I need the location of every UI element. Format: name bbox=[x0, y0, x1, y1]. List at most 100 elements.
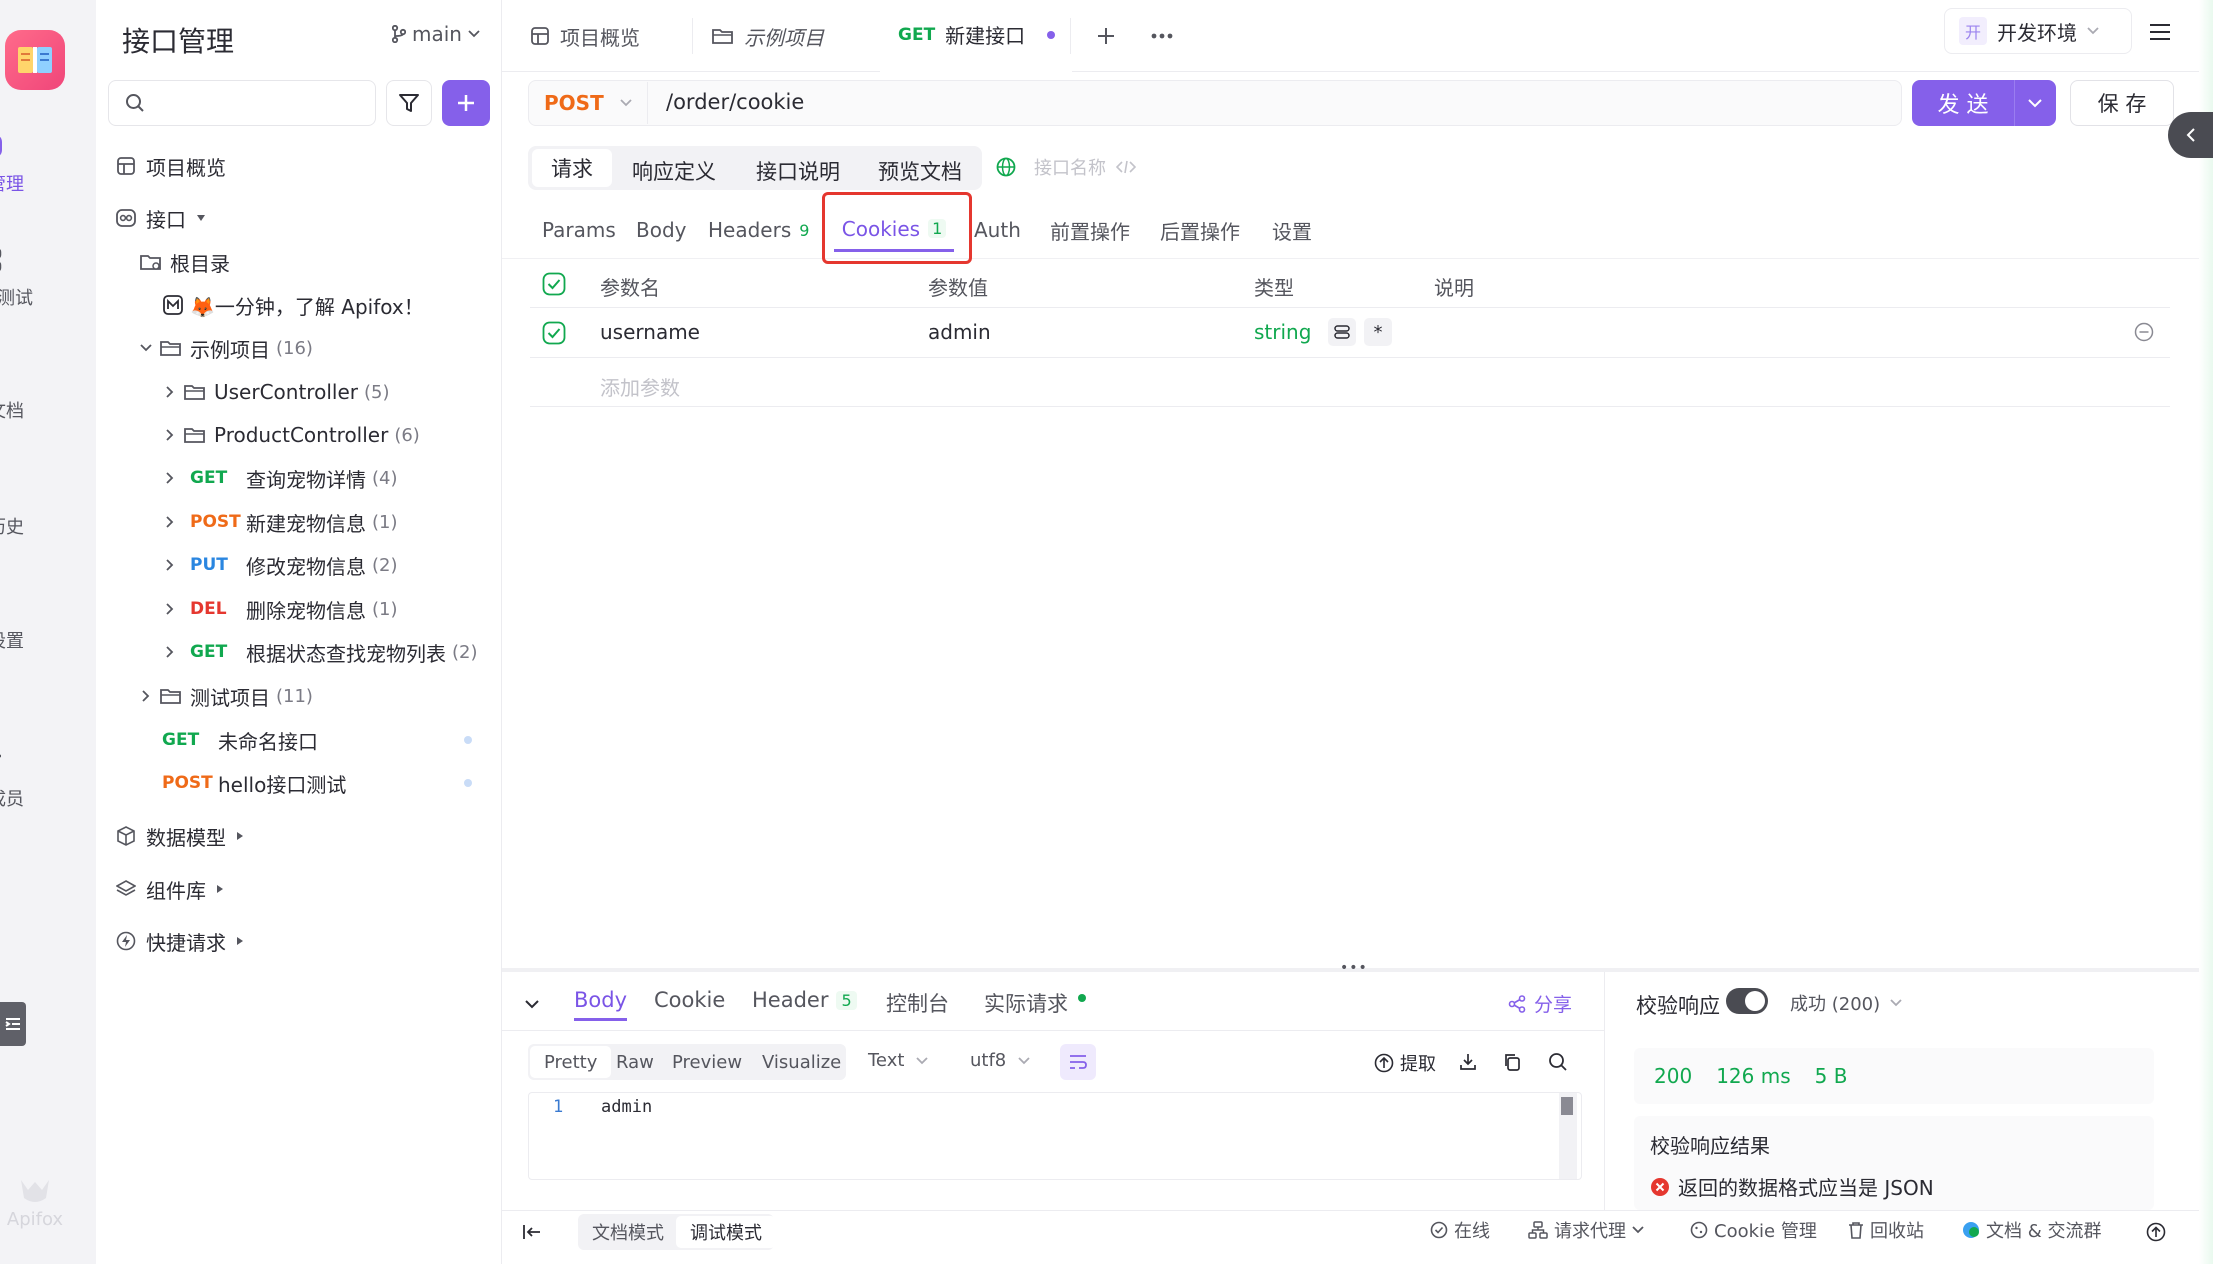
tree-item-intro-doc[interactable]: 🦊一分钟，了解 Apifox！ bbox=[162, 285, 424, 325]
panel-vertical-divider bbox=[1604, 972, 1605, 1210]
mode-tab-description[interactable]: 接口说明 bbox=[756, 156, 840, 186]
overview-icon bbox=[530, 26, 550, 46]
tree-folder-test[interactable]: 测试项目 (11) bbox=[136, 676, 313, 716]
rail-item-settings[interactable]: 项目设置 bbox=[0, 586, 36, 653]
encoding-selector[interactable]: utf8 bbox=[970, 1050, 1030, 1071]
response-tab-header[interactable]: Header 5 bbox=[752, 988, 857, 1012]
method-selector[interactable]: POST bbox=[530, 82, 648, 124]
tab-pre-operations[interactable]: 前置操作 bbox=[1050, 212, 1130, 248]
mode-tab-response[interactable]: 响应定义 bbox=[632, 156, 716, 186]
tab-active-new-api[interactable]: GET 新建接口 bbox=[880, 0, 1072, 72]
tab-cookies[interactable]: Cookies 1 bbox=[834, 208, 954, 252]
new-tab-button[interactable] bbox=[1088, 18, 1124, 54]
view-visualize[interactable]: Visualize bbox=[748, 1046, 855, 1078]
search-input-box[interactable] bbox=[108, 80, 376, 126]
tree-folder-user-controller[interactable]: UserController (5) bbox=[160, 372, 389, 412]
branch-selector[interactable]: main bbox=[392, 22, 480, 46]
tree-api-unsaved-get[interactable]: GET 未命名接口 bbox=[162, 720, 472, 760]
param-name-cell[interactable]: username bbox=[600, 320, 700, 344]
add-param-input[interactable]: 添加参数 bbox=[600, 372, 680, 401]
tab-sample-project[interactable]: 示例项目 bbox=[712, 0, 824, 72]
save-button[interactable]: 保 存 bbox=[2070, 80, 2174, 126]
rail-item-invite[interactable]: 邀请成员 bbox=[0, 744, 36, 811]
filter-button[interactable] bbox=[386, 80, 432, 126]
scrollbar-thumb[interactable] bbox=[1561, 1097, 1573, 1115]
tab-body[interactable]: Body bbox=[636, 212, 687, 248]
tree-item-root[interactable]: 根目录 bbox=[140, 242, 230, 282]
rail-item-api[interactable]: 接口管理 bbox=[0, 130, 36, 196]
doc-mode-button[interactable]: 文档模式 bbox=[578, 1214, 678, 1250]
row-checkbox[interactable] bbox=[542, 321, 566, 345]
mode-tab-preview[interactable]: 预览文档 bbox=[878, 156, 962, 186]
share-button[interactable]: 分享 bbox=[1508, 990, 1572, 1017]
tree-item-api-section[interactable]: 接口 bbox=[116, 198, 206, 238]
tab-headers[interactable]: Headers 9 bbox=[708, 212, 809, 248]
more-tabs-button[interactable] bbox=[1144, 18, 1180, 54]
format-selector[interactable]: Text bbox=[868, 1050, 929, 1071]
search-response-button[interactable] bbox=[1546, 1050, 1570, 1074]
select-all-checkbox[interactable] bbox=[542, 272, 566, 296]
collapse-sidebar-button[interactable] bbox=[518, 1218, 546, 1246]
param-value-cell[interactable]: admin bbox=[928, 320, 991, 344]
wrap-toggle-button[interactable] bbox=[1060, 1044, 1096, 1080]
send-button[interactable]: 发 送 bbox=[1912, 80, 2056, 126]
tree-section-data-models[interactable]: 数据模型 bbox=[116, 816, 244, 856]
tree-api-del-pet[interactable]: DEL 删除宠物信息 (1) bbox=[160, 589, 398, 629]
column-header-desc: 说明 bbox=[1434, 276, 1474, 300]
response-tab-actual-request[interactable]: 实际请求 bbox=[984, 988, 1086, 1018]
tree-folder-sample[interactable]: 示例项目 (16) bbox=[136, 328, 313, 368]
extract-button[interactable]: 提取 bbox=[1374, 1050, 1436, 1076]
cookie-management[interactable]: Cookie 管理 bbox=[1690, 1216, 1817, 1244]
copy-button[interactable] bbox=[1500, 1050, 1524, 1074]
tab-params[interactable]: Params bbox=[542, 212, 616, 248]
url-input[interactable]: /order/cookie bbox=[666, 90, 804, 114]
param-type-cell[interactable]: string bbox=[1254, 320, 1311, 344]
remove-row-button[interactable] bbox=[2132, 320, 2156, 344]
api-name-field[interactable]: 接口名称 bbox=[996, 154, 1136, 180]
tree-api-get-pet[interactable]: GET 查询宠物详情 (4) bbox=[160, 458, 398, 498]
rail-item-automation[interactable]: 自动化测试 bbox=[0, 244, 36, 310]
tab-post-operations[interactable]: 后置操作 bbox=[1160, 212, 1240, 248]
tree-folder-product-controller[interactable]: ProductController (6) bbox=[160, 415, 420, 455]
menu-button[interactable] bbox=[2142, 14, 2178, 50]
view-pretty[interactable]: Pretty bbox=[530, 1046, 612, 1078]
download-button[interactable] bbox=[1456, 1050, 1480, 1074]
view-preview[interactable]: Preview bbox=[658, 1046, 756, 1078]
tree-api-get-pets-by-status[interactable]: GET 根据状态查找宠物列表 (2) bbox=[160, 632, 478, 672]
param-options-button[interactable] bbox=[1328, 318, 1356, 346]
recycle-bin[interactable]: 回收站 bbox=[1848, 1216, 1924, 1244]
environment-selector[interactable]: 开 开发环境 bbox=[1944, 8, 2132, 54]
collapse-response-button[interactable] bbox=[518, 990, 546, 1018]
docs-community[interactable]: 文档 & 交流群 bbox=[1962, 1216, 2101, 1244]
tree-section-quick-requests[interactable]: 快捷请求 bbox=[116, 921, 244, 961]
mode-tab-request[interactable]: 请求 bbox=[532, 149, 612, 187]
chevron-down-icon[interactable] bbox=[2015, 98, 2055, 108]
collapse-rail-button[interactable] bbox=[0, 1002, 26, 1046]
tab-auth[interactable]: Auth bbox=[974, 212, 1021, 248]
request-proxy[interactable]: 请求代理 bbox=[1528, 1216, 1644, 1244]
tab-settings[interactable]: 设置 bbox=[1272, 212, 1312, 248]
tree-api-unsaved-post[interactable]: POST hello接口测试 bbox=[162, 763, 472, 803]
response-tab-body[interactable]: Body bbox=[574, 988, 628, 1021]
back-to-top-button[interactable] bbox=[2142, 1218, 2170, 1246]
app-logo[interactable] bbox=[5, 30, 65, 90]
tree-api-post-pet[interactable]: POST 新建宠物信息 (1) bbox=[160, 502, 398, 542]
collapse-panel-button[interactable] bbox=[2168, 112, 2213, 158]
tree-section-components[interactable]: 组件库 bbox=[116, 869, 224, 909]
response-code-area[interactable]: 1 admin bbox=[528, 1092, 1582, 1180]
required-toggle[interactable]: * bbox=[1364, 318, 1392, 346]
response-tab-cookie[interactable]: Cookie bbox=[654, 988, 725, 1012]
response-tab-console[interactable]: 控制台 bbox=[886, 988, 949, 1018]
search-input[interactable] bbox=[155, 92, 355, 114]
rail-item-share-docs[interactable]: 分享文档 bbox=[0, 358, 36, 423]
debug-mode-button[interactable]: 调试模式 bbox=[676, 1216, 776, 1248]
online-status[interactable]: 在线 bbox=[1430, 1216, 1490, 1244]
tree-item-overview[interactable]: 项目概览 bbox=[116, 146, 226, 186]
tree-api-put-pet[interactable]: PUT 修改宠物信息 (2) bbox=[160, 545, 398, 585]
add-button[interactable] bbox=[442, 80, 490, 126]
code-scrollbar[interactable] bbox=[1559, 1093, 1577, 1179]
validate-status-selector[interactable]: 成功 (200) bbox=[1790, 990, 1902, 1016]
tab-project-overview[interactable]: 项目概览 bbox=[530, 0, 640, 72]
rail-item-history[interactable]: 请求历史 bbox=[0, 472, 36, 539]
validate-toggle[interactable] bbox=[1726, 988, 1768, 1014]
